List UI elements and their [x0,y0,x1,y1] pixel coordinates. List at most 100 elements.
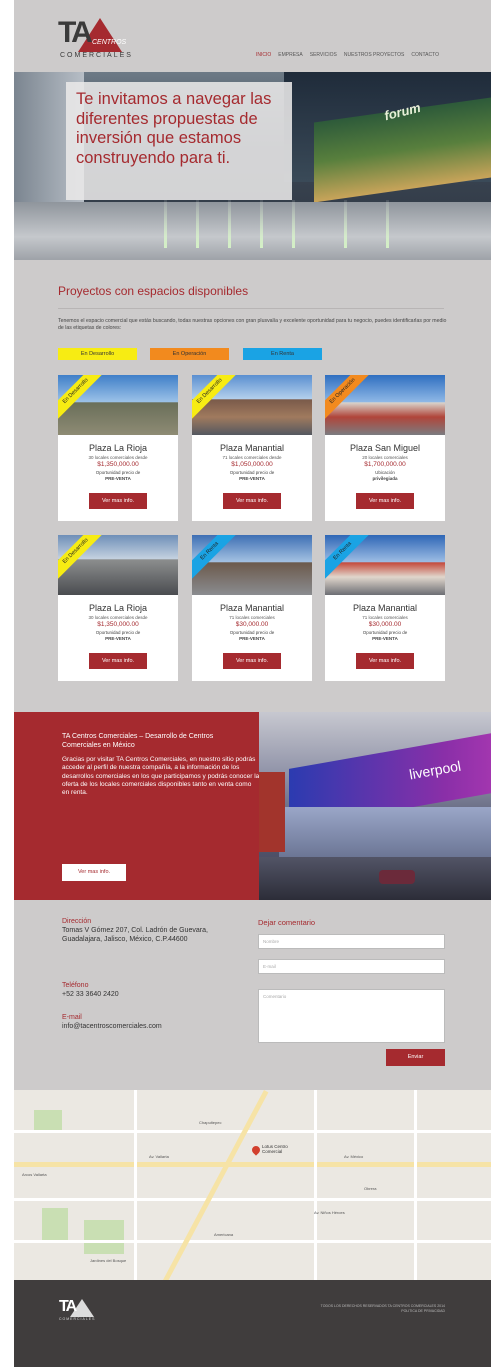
project-card: En Desarrollo Plaza La Rioja 30 locales … [58,535,178,681]
project-name: Plaza La Rioja [88,603,148,613]
more-info-button[interactable]: Ver mas info. [223,493,281,509]
project-card: En Renta Plaza Manantial 71 locales come… [192,535,312,681]
project-name: Plaza Manantial [219,603,285,613]
submit-button[interactable]: Enviar [386,1049,445,1066]
project-price: $1,350,000.00 [97,461,139,468]
footer-logo-text: TA [59,1298,77,1315]
project-units: 20 locales comerciales [362,455,408,460]
projects-divider [58,308,444,309]
map-label: Av. Niños Héroes [314,1210,345,1215]
fountain-jet [164,200,167,248]
more-info-button[interactable]: Ver mas info. [89,653,147,669]
footer-logo-sub: COMERCIALES [59,1317,96,1321]
project-note-bold: PRE-VENTA [105,476,131,481]
logo-centros: CENTROS [92,39,127,46]
map-label: Americana [214,1232,234,1237]
project-note-bold: PRE-VENTA [105,636,131,641]
mall-ground [259,857,491,900]
projects-title: Proyectos con espacios disponibles [58,284,249,298]
fountain-jet [386,200,389,248]
project-note: Oportunidad precio de [362,630,408,635]
map-road [134,1090,137,1280]
logo-text: TA [58,16,93,49]
map-label: Jardines del Bosque [90,1258,127,1263]
project-units: 71 locales comerciales [362,615,408,620]
map-road-diagonal [160,1090,269,1280]
site-header: TA CENTROS COMERCIALES INICIO EMPRESA SE… [14,0,491,72]
project-note-bold: PRE-VENTA [239,476,265,481]
project-note: Oportunidad precio de [229,630,275,635]
project-name: Plaza Manantial [219,443,285,453]
legend-renta[interactable]: En Renta [243,348,322,360]
map-road-main [14,1162,491,1167]
legend-desarrollo[interactable]: En Desarrollo [58,348,137,360]
email-field[interactable]: E-mail [258,959,445,974]
more-info-button[interactable]: Ver mas info. [89,493,147,509]
project-price: $1,700,000.00 [364,461,406,468]
map-road [14,1198,491,1201]
legend-operacion[interactable]: En Operación [150,348,229,360]
privacy-link[interactable]: POLITICA DE PRIVACIDAD [314,1309,445,1314]
map-park [42,1208,68,1240]
footer-logo[interactable]: TA COMERCIALES [59,1298,103,1321]
site-footer: TA COMERCIALES TODOS LOS DERECHOS RESERV… [14,1280,491,1367]
project-name: Plaza La Rioja [88,443,148,453]
page: TA CENTROS COMERCIALES INICIO EMPRESA SE… [14,0,491,1367]
project-note: Ubicación [375,470,395,475]
car [379,870,415,884]
about-text: Gracias por visitar TA Centros Comercial… [62,756,260,797]
more-info-button[interactable]: Ver mas info. [356,493,414,509]
map-pin-icon[interactable] [250,1144,262,1156]
hero-banner: forum Te invitamos a navegar las diferen… [14,72,491,260]
nav-item-servicios[interactable]: SERVICIOS [310,52,337,58]
form-title: Dejar comentario [258,918,316,927]
fountain-jet [292,200,295,248]
more-info-button[interactable]: Ver mas info. [223,653,281,669]
email-value[interactable]: info@tacentroscomerciales.com [62,1023,232,1032]
map-park [34,1110,62,1132]
address-label: Dirección [62,918,92,925]
hero-plaza-floor [14,202,491,260]
footer-copyright: TODOS LOS DERECHOS RESERVADOS TA CENTROS… [314,1304,445,1314]
project-price: $1,050,000.00 [231,461,273,468]
project-units: 71 locales comerciales [229,615,275,620]
project-price: $1,350,000.00 [97,621,139,628]
map[interactable]: Av. Vallarta Av. México Chapultepec Av. … [14,1090,491,1280]
project-note: Oportunidad precio de [229,470,275,475]
fountain-jet [260,200,263,248]
fountain-jet [196,200,199,248]
nav-item-inicio[interactable]: INICIO [256,52,271,58]
map-road [14,1240,491,1243]
about-photo: liverpool [259,712,491,900]
project-note: Oportunidad precio de [95,470,141,475]
about-title: TA Centros Comerciales – Desarrollo de C… [62,733,214,749]
more-info-button[interactable]: Ver mas info. [356,653,414,669]
phone-value: +52 33 3640 2420 [62,991,119,998]
contact-section: Dirección Tomas V Gómez 207, Col. Ladrón… [14,900,491,1090]
nav-item-contacto[interactable]: CONTACTO [411,52,439,58]
phone-label: Teléfono [62,982,89,989]
project-name: Plaza San Miguel [349,443,421,453]
mall-glass [279,807,491,857]
project-units: 30 locales comerciales desde [88,455,148,460]
hero-text-box: Te invitamos a navegar las diferentes pr… [66,82,292,200]
nav-item-empresa[interactable]: EMPRESA [278,52,302,58]
project-name: Plaza Manantial [352,603,418,613]
about-more-button[interactable]: Ver mas info. [62,864,126,881]
map-label: Av. México [344,1154,364,1159]
map-road [314,1090,317,1280]
map-road [14,1130,491,1133]
projects-description: Tenemos el espacio comercial que estás b… [58,318,447,331]
project-units: 71 locales comerciales desde [222,455,282,460]
project-card: En Desarrollo Plaza La Rioja 30 locales … [58,375,178,521]
logo[interactable]: TA CENTROS COMERCIALES [58,16,138,60]
logo-comerciales: COMERCIALES [60,52,133,59]
project-note-bold: PRE-VENTA [372,636,398,641]
comment-field[interactable]: Comentario [258,989,445,1043]
about-section: TA Centros Comerciales – Desarrollo de C… [14,712,491,900]
name-field[interactable]: Nombre [258,934,445,949]
main-nav: INICIO EMPRESA SERVICIOS NUESTROS PROYEC… [256,52,439,58]
mall-tower [259,772,285,852]
nav-item-proyectos[interactable]: NUESTROS PROYECTOS [344,52,404,58]
map-label: Arcos Vallarta [22,1172,47,1177]
